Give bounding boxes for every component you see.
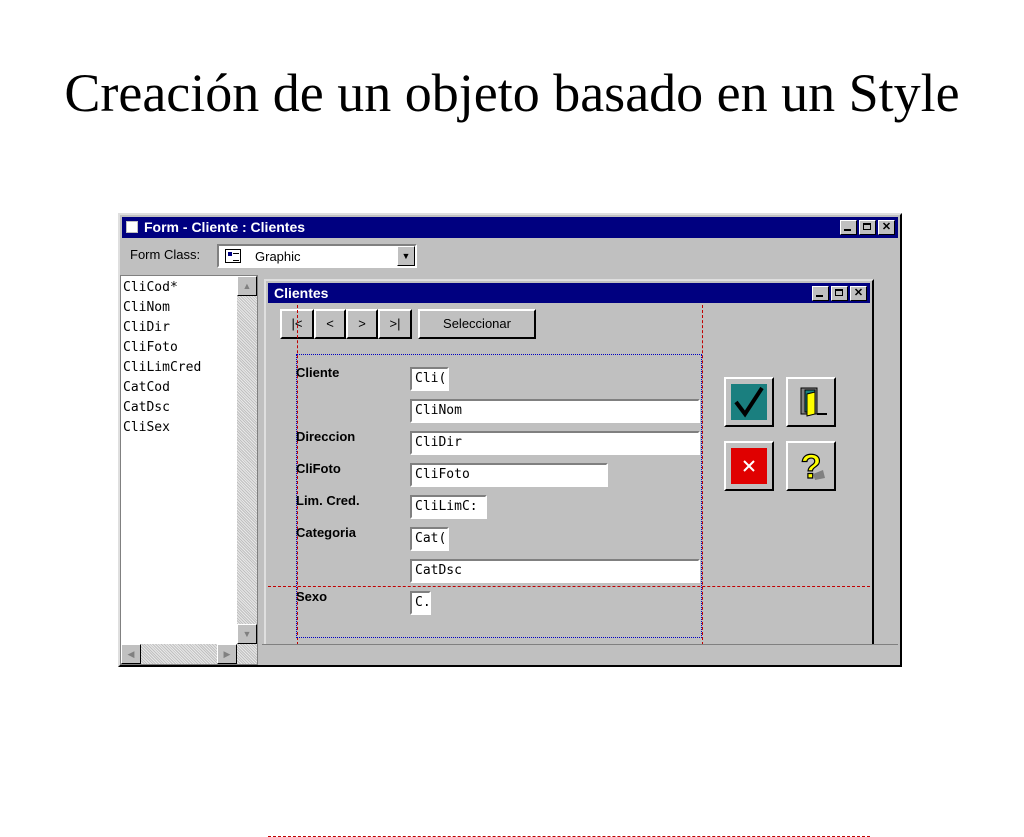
- cancel-x-icon: [731, 448, 767, 484]
- check-icon: [731, 384, 767, 420]
- scroll-up-icon[interactable]: ▲: [237, 276, 257, 296]
- maximize-button[interactable]: [831, 286, 848, 301]
- last-record-button[interactable]: >|: [378, 309, 412, 339]
- dropdown-arrow-icon[interactable]: ▼: [397, 246, 415, 266]
- clifoto-label: CliFoto: [296, 461, 341, 476]
- list-horizontal-scrollbar[interactable]: ◀ ▶: [121, 644, 257, 664]
- list-item[interactable]: CliLimCred: [123, 358, 201, 378]
- clientes-window-titlebar[interactable]: Clientes ✕: [268, 283, 870, 303]
- exit-button[interactable]: [786, 377, 836, 427]
- form-class-label: Form Class:: [130, 247, 201, 262]
- list-item[interactable]: CliDir: [123, 318, 170, 338]
- confirm-button[interactable]: [724, 377, 774, 427]
- select-button[interactable]: Seleccionar: [418, 309, 536, 339]
- help-button[interactable]: ?: [786, 441, 836, 491]
- maximize-button[interactable]: [859, 220, 876, 235]
- next-record-button[interactable]: >: [346, 309, 378, 339]
- form-icon: [126, 221, 138, 233]
- form-class-value: Graphic: [255, 249, 301, 264]
- slide-title: Creación de un objeto basado en un Style: [64, 63, 960, 123]
- clisex-field[interactable]: C.: [410, 591, 431, 615]
- clifoto-field[interactable]: CliFoto: [410, 463, 608, 487]
- guide-line-right: [702, 305, 703, 645]
- scroll-right-icon[interactable]: ▶: [217, 644, 237, 664]
- catcod-field[interactable]: Cat(: [410, 527, 449, 551]
- form-window-title: Form - Cliente : Clientes: [144, 219, 306, 235]
- list-vertical-scrollbar[interactable]: ▲ ▼: [237, 276, 257, 644]
- exit-door-icon: [800, 387, 827, 417]
- limcred-label: Lim. Cred.: [296, 493, 360, 508]
- clientes-window-title: Clientes: [274, 285, 329, 301]
- previous-record-button[interactable]: <: [314, 309, 346, 339]
- form-bottom-bar: [262, 644, 898, 661]
- clicod-field[interactable]: Cli(: [410, 367, 449, 391]
- list-item[interactable]: CliFoto: [123, 338, 178, 358]
- graphic-form-icon: [225, 249, 241, 263]
- minimize-button[interactable]: [812, 286, 829, 301]
- cancel-button[interactable]: [724, 441, 774, 491]
- sexo-label: Sexo: [296, 589, 328, 604]
- form-window-titlebar[interactable]: Form - Cliente : Clientes ✕: [122, 217, 898, 238]
- cliente-label: Cliente: [296, 365, 340, 380]
- clientes-window: Clientes ✕ |< < > >| Seleccionar Cliente…: [264, 279, 874, 837]
- clidir-field[interactable]: CliDir: [410, 431, 700, 455]
- help-question-icon: ?: [800, 448, 825, 484]
- catdsc-field[interactable]: CatDsc: [410, 559, 700, 583]
- list-item[interactable]: CatCod: [123, 378, 170, 398]
- close-button[interactable]: ✕: [850, 286, 867, 301]
- list-item[interactable]: CliSex: [123, 418, 170, 438]
- scroll-down-icon[interactable]: ▼: [237, 624, 257, 644]
- attribute-list[interactable]: CliCod* CliNom CliDir CliFoto CliLimCred…: [120, 275, 258, 665]
- scroll-left-icon[interactable]: ◀: [121, 644, 141, 664]
- list-item[interactable]: CliNom: [123, 298, 170, 318]
- close-button[interactable]: ✕: [878, 220, 895, 235]
- clinom-field[interactable]: CliNom: [410, 399, 700, 423]
- categoria-label: Categoria: [296, 525, 356, 540]
- list-item[interactable]: CatDsc: [123, 398, 170, 418]
- form-window: Form - Cliente : Clientes ✕ Form Class: …: [118, 213, 902, 837]
- direccion-label: Direccion: [296, 429, 356, 444]
- list-item[interactable]: CliCod*: [123, 278, 178, 298]
- form-class-select[interactable]: Graphic ▼: [217, 244, 417, 268]
- minimize-button[interactable]: [840, 220, 857, 235]
- clilimcred-field[interactable]: CliLimC:: [410, 495, 487, 519]
